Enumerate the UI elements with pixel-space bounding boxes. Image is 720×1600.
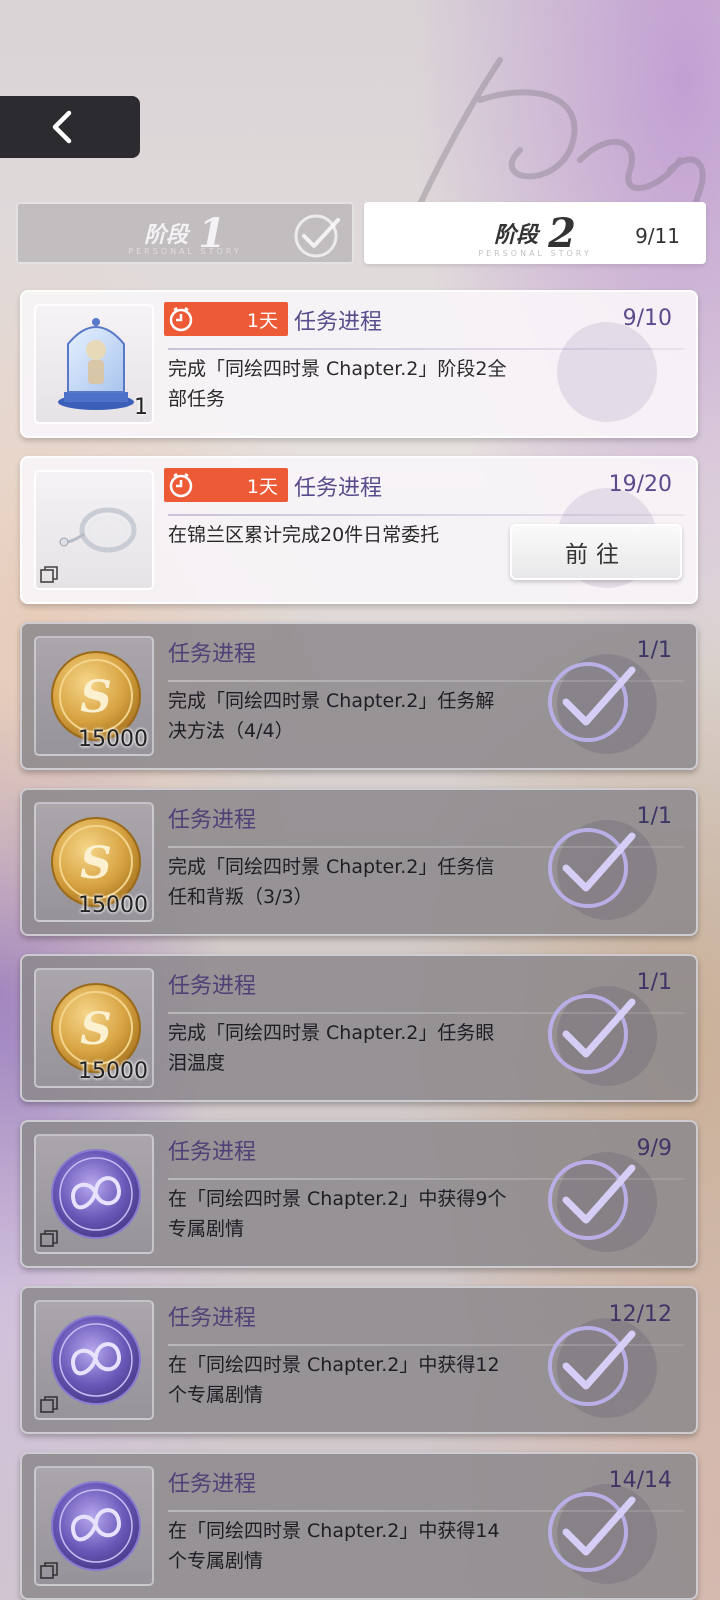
task-card: S 15000 任务进程 1/1 完成「同绘四时景 Chapter.2」任务信任… xyxy=(20,788,698,936)
task-title: 任务进程 xyxy=(294,476,383,501)
task-card: 1天 任务进程 19/20 在锦兰区累计完成20件日常委托 前往 xyxy=(20,456,698,604)
task-title: 任务进程 xyxy=(294,310,383,335)
svg-text:S: S xyxy=(80,1004,112,1055)
completed-check-icon xyxy=(548,1326,636,1406)
chevron-left-icon xyxy=(52,110,72,144)
stage-2-progress: 9/11 xyxy=(635,224,680,248)
reward-quantity: 1 xyxy=(134,395,148,420)
task-description: 完成「同绘四时景 Chapter.2」任务信任和背叛（3/3） xyxy=(168,856,495,908)
task-title: 任务进程 xyxy=(168,1306,257,1331)
task-description: 在「同绘四时景 Chapter.2」中获得12个专属剧情 xyxy=(168,1354,500,1406)
task-card: 任务进程 9/9 在「同绘四时景 Chapter.2」中获得9个专属剧情 xyxy=(20,1120,698,1268)
reward-slot[interactable]: S 15000 xyxy=(34,802,154,922)
reward-slot[interactable]: S 15000 xyxy=(34,968,154,1088)
task-description: 在锦兰区累计完成20件日常委托 xyxy=(168,524,440,546)
task-progress: 9/9 xyxy=(636,1136,672,1161)
reward-quantity: 15000 xyxy=(78,1059,148,1084)
check-icon xyxy=(294,214,340,258)
task-description: 完成「同绘四时景 Chapter.2」任务眼泪温度 xyxy=(168,1022,495,1074)
layers-icon xyxy=(40,1562,58,1579)
completed-check-icon xyxy=(548,1492,636,1572)
earring-icon xyxy=(59,507,137,553)
task-card: 1 1天 任务进程 9/10 完成「同绘四时景 Chapter.2」阶段2全部任… xyxy=(20,290,698,438)
layers-icon xyxy=(40,566,58,583)
figurine-dome-icon xyxy=(58,318,134,410)
stage-1-label: 阶段 xyxy=(144,222,189,248)
purple-emblem-icon xyxy=(51,1149,141,1239)
task-card: 任务进程 14/14 在「同绘四时景 Chapter.2」中获得14个专属剧情 xyxy=(20,1452,698,1600)
task-progress: 1/1 xyxy=(636,638,672,663)
completed-check-icon xyxy=(548,994,636,1074)
reward-quantity: 15000 xyxy=(78,727,148,752)
reward-slot[interactable]: 1 xyxy=(34,304,154,424)
svg-text:S: S xyxy=(80,838,112,889)
task-progress: 1/1 xyxy=(636,970,672,995)
purple-emblem-icon xyxy=(51,1481,141,1571)
reward-slot[interactable] xyxy=(34,1466,154,1586)
stage-2-label: 阶段 xyxy=(494,222,539,248)
timer-badge: 1天 xyxy=(164,302,288,336)
tab-stage-2[interactable]: 阶段 2 PERSONAL STORY 9/11 xyxy=(364,202,706,264)
task-card: S 15000 任务进程 1/1 完成「同绘四时景 Chapter.2」任务解决… xyxy=(20,622,698,770)
divider xyxy=(168,514,684,516)
task-description: 完成「同绘四时景 Chapter.2」任务解决方法（4/4） xyxy=(168,690,495,742)
task-description: 在「同绘四时景 Chapter.2」中获得14个专属剧情 xyxy=(168,1520,500,1572)
task-description: 完成「同绘四时景 Chapter.2」阶段2全部任务 xyxy=(168,358,507,410)
task-title: 任务进程 xyxy=(168,642,257,667)
reward-slot[interactable] xyxy=(34,1134,154,1254)
back-button[interactable] xyxy=(0,96,140,158)
timer-badge: 1天 xyxy=(164,468,288,502)
completed-check-icon xyxy=(548,662,636,742)
task-title: 任务进程 xyxy=(168,1472,257,1497)
task-description: 在「同绘四时景 Chapter.2」中获得9个专属剧情 xyxy=(168,1188,507,1240)
task-title: 任务进程 xyxy=(168,808,257,833)
layers-icon xyxy=(40,1230,58,1247)
timer-text: 1天 xyxy=(246,475,278,498)
task-title: 任务进程 xyxy=(168,974,257,999)
reward-quantity: 15000 xyxy=(78,893,148,918)
completed-check-icon xyxy=(548,828,636,908)
clock-icon xyxy=(169,306,193,332)
reward-slot[interactable]: S 15000 xyxy=(34,636,154,756)
reward-slot[interactable] xyxy=(34,1300,154,1420)
tab-stage-1[interactable]: 阶段 1 PERSONAL STORY xyxy=(16,202,354,264)
stage-2-subtitle: PERSONAL STORY xyxy=(478,249,592,258)
divider xyxy=(168,348,684,350)
clock-icon xyxy=(169,472,193,498)
task-title: 任务进程 xyxy=(168,1140,257,1165)
layers-icon xyxy=(40,1396,58,1413)
reward-slot[interactable] xyxy=(34,470,154,590)
completed-check-icon xyxy=(548,1160,636,1240)
purple-emblem-icon xyxy=(51,1315,141,1405)
task-card: 任务进程 12/12 在「同绘四时景 Chapter.2」中获得12个专属剧情 xyxy=(20,1286,698,1434)
task-card: S 15000 任务进程 1/1 完成「同绘四时景 Chapter.2」任务眼泪… xyxy=(20,954,698,1102)
task-progress: 19/20 xyxy=(608,472,672,497)
task-progress: 9/10 xyxy=(622,306,672,331)
task-progress: 1/1 xyxy=(636,804,672,829)
svg-text:S: S xyxy=(80,672,112,723)
go-button[interactable]: 前往 xyxy=(510,524,682,580)
timer-text: 1天 xyxy=(246,309,278,332)
